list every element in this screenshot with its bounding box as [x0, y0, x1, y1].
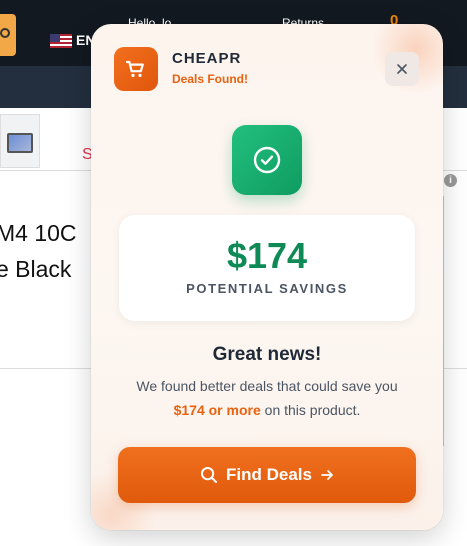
us-flag-icon — [50, 34, 72, 48]
find-deals-label: Find Deals — [226, 465, 312, 484]
brand-logo — [114, 47, 158, 91]
close-button[interactable] — [385, 52, 419, 86]
description-line-1: We found better deals that could save yo… — [136, 378, 398, 394]
close-icon — [397, 64, 407, 74]
description-line-2: $174 or more on this product. — [91, 402, 443, 418]
info-icon[interactable]: i — [444, 174, 457, 187]
check-circle-icon — [253, 146, 281, 174]
savings-card: $174 POTENTIAL SAVINGS — [119, 215, 415, 321]
savings-highlight: $174 or more — [173, 402, 261, 418]
brand-subtitle: Deals Found! — [172, 72, 249, 86]
product-thumbnail[interactable] — [0, 114, 40, 168]
product-title-line-2: e Black — [0, 256, 72, 282]
product-title-line-1: M4 10C — [0, 220, 77, 246]
search-icon — [0, 28, 10, 38]
headline: Great news! — [212, 344, 322, 365]
savings-amount: $174 — [226, 235, 308, 276]
brand-name: CHEAPR — [172, 50, 242, 67]
arrow-right-icon — [321, 470, 333, 480]
search-icon — [201, 467, 218, 483]
shopping-cart-icon — [125, 60, 144, 77]
success-badge — [232, 125, 302, 195]
search-submit-button[interactable] — [0, 14, 16, 56]
find-deals-button[interactable]: Find Deals — [118, 447, 416, 503]
savings-label: POTENTIAL SAVINGS — [186, 281, 348, 296]
description-rest: on this product. — [260, 402, 361, 418]
cheapr-popup: CHEAPR Deals Found! $174 POTENTIAL SAVIN… — [91, 24, 443, 530]
